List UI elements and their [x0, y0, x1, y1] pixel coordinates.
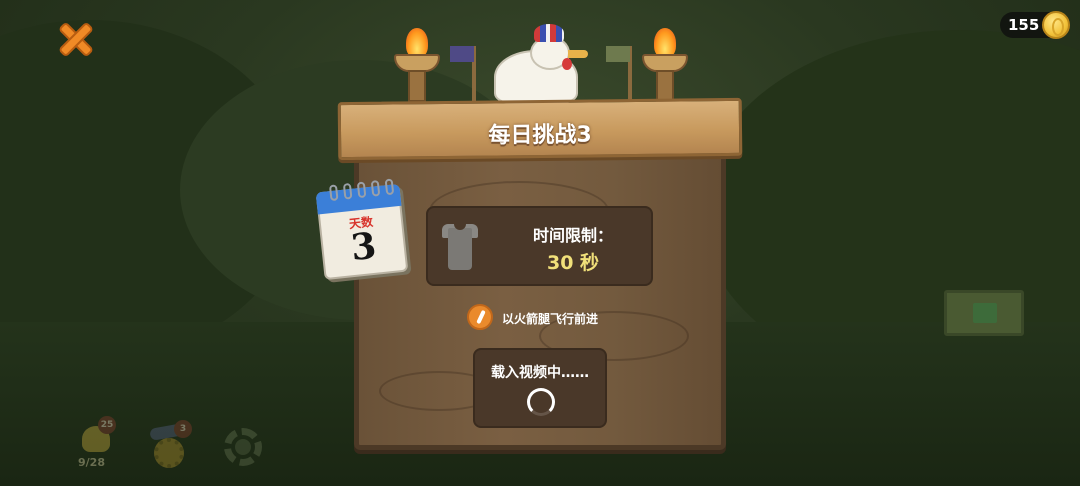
heroes-badge: 25 — [98, 416, 116, 434]
coin-value: 155 — [1008, 16, 1040, 34]
calendar-day-number: 3 — [348, 224, 379, 270]
time-limit-panel: 时间限制： 30 秒 — [426, 206, 653, 286]
rocket-leg-icon — [467, 304, 493, 330]
calendar-icon: 天数 3 — [315, 178, 409, 281]
heroes-button[interactable]: 25 9/28 — [76, 416, 116, 469]
challenge-hint: 以火箭腿飞行前进 — [502, 312, 599, 326]
time-limit-value: 30 秒 — [546, 252, 600, 274]
coin-counter: 155 — [1000, 11, 1070, 39]
close-button[interactable] — [54, 18, 98, 62]
upgrades-button[interactable]: 3 — [146, 420, 192, 470]
flag-left-icon — [450, 46, 476, 102]
loading-spinner-icon — [527, 388, 555, 416]
flag-right-icon — [606, 46, 632, 102]
chicken-mascot — [486, 24, 590, 104]
crate-decoration — [944, 290, 1024, 336]
title-plank: 每日挑战3 — [337, 97, 743, 161]
heroes-count: 9/28 — [78, 456, 105, 469]
loading-text: 载入视频中…… — [491, 365, 589, 381]
time-limit-label: 时间限制： — [532, 226, 613, 245]
settings-button[interactable] — [222, 426, 264, 468]
shirt-icon — [442, 224, 478, 270]
coin-icon — [1042, 11, 1070, 39]
torch-right-icon — [642, 28, 688, 104]
torch-left-icon — [394, 28, 440, 104]
video-loading-panel: 载入视频中…… — [473, 348, 607, 428]
gear-wheel-icon — [154, 438, 184, 468]
upgrades-badge: 3 — [174, 420, 192, 438]
page-title: 每日挑战3 — [488, 122, 592, 149]
